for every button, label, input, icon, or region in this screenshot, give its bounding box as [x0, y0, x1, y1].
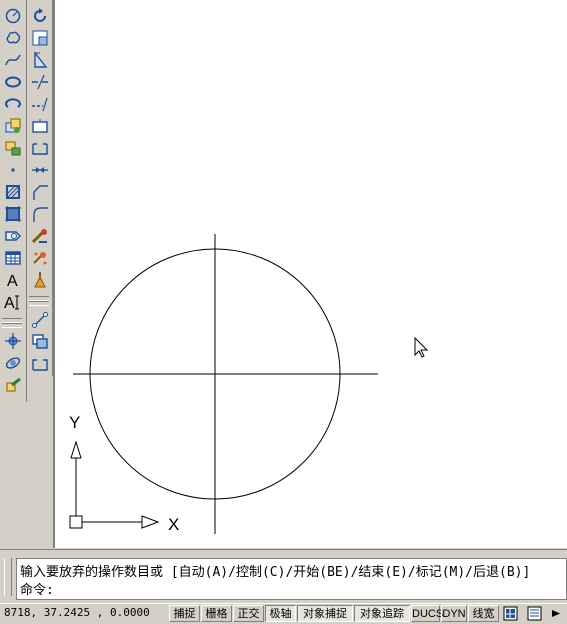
drawing-canvas[interactable]: Y X [53, 0, 567, 548]
insert-block-icon[interactable] [2, 115, 24, 137]
array-icon[interactable] [29, 353, 51, 375]
region-icon[interactable] [2, 225, 24, 247]
mouse-cursor-icon [414, 336, 429, 358]
point-icon[interactable] [2, 159, 24, 181]
ellipse-icon[interactable] [2, 71, 24, 93]
circle-icon[interactable] [2, 5, 24, 27]
status-bar: 8718, 37.2425 , 0.0000 捕捉 栅格 正交 极轴 对象捕捉 … [0, 603, 567, 624]
ducs-toggle[interactable]: DUCS [411, 605, 443, 622]
render-icon[interactable] [2, 374, 24, 396]
multiline-text-icon[interactable]: A [2, 291, 24, 313]
toolbar-separator [2, 323, 22, 328]
stretch-icon[interactable] [29, 49, 51, 71]
drawing-area-svg: Y X [69, 234, 429, 534]
fillet-icon[interactable] [29, 203, 51, 225]
svg-text:A: A [7, 273, 18, 289]
ellipse-arc-icon[interactable] [2, 93, 24, 115]
table-icon[interactable] [2, 247, 24, 269]
command-window-grip[interactable] [4, 558, 12, 596]
paint-icon[interactable] [29, 269, 51, 291]
coordinate-readout[interactable]: 8718, 37.2425 , 0.0000 [4, 606, 150, 619]
lamp-icon[interactable] [29, 247, 51, 269]
gradient-icon[interactable] [2, 203, 24, 225]
command-prompt[interactable]: 命令: [20, 579, 54, 598]
snap-toggle[interactable]: 捕捉 [169, 605, 200, 622]
command-window: 输入要放弃的操作数目或 [自动(A)/控制(C)/开始(BE)/结束(E)/标记… [0, 549, 567, 602]
lineweight-toggle[interactable]: 线宽 [468, 605, 499, 622]
hatch-icon[interactable] [2, 181, 24, 203]
polyline-edit-icon[interactable] [29, 309, 51, 331]
join-icon[interactable] [29, 159, 51, 181]
ucs-x-label: X [168, 515, 179, 534]
otrack-toggle[interactable]: 对象追踪 [354, 605, 410, 622]
command-history[interactable]: 输入要放弃的操作数目或 [自动(A)/控制(C)/开始(BE)/结束(E)/标记… [16, 558, 567, 600]
modify-toolbar [27, 0, 53, 376]
ortho-toggle[interactable]: 正交 [233, 605, 264, 622]
ucs-y-label: Y [69, 413, 80, 432]
toolbar-separator [29, 301, 49, 306]
extend-icon[interactable] [29, 93, 51, 115]
explode-icon[interactable] [29, 225, 51, 247]
copy-icon[interactable] [29, 331, 51, 353]
status-menu-arrow-icon[interactable] [549, 606, 563, 621]
layout-icon[interactable] [527, 606, 542, 621]
free-orbit-icon[interactable] [2, 352, 24, 374]
make-block-icon[interactable] [2, 137, 24, 159]
draw-toolbar: A A [0, 0, 27, 402]
scale-icon[interactable] [29, 27, 51, 49]
polar-toggle[interactable]: 极轴 [265, 605, 296, 622]
trim-icon[interactable] [29, 71, 51, 93]
orbit-icon[interactable] [2, 330, 24, 352]
ucs-icon: Y X [69, 413, 179, 534]
spline-icon[interactable] [2, 49, 24, 71]
grid-toggle[interactable]: 栅格 [201, 605, 232, 622]
rotate-icon[interactable] [29, 5, 51, 27]
command-history-line: 输入要放弃的操作数目或 [自动(A)/控制(C)/开始(BE)/结束(E)/标记… [20, 565, 531, 580]
svg-text:A: A [4, 295, 15, 311]
revision-cloud-icon[interactable] [2, 27, 24, 49]
text-icon[interactable]: A [2, 269, 24, 291]
osnap-toggle[interactable]: 对象捕捉 [297, 605, 353, 622]
break-at-point-icon[interactable] [29, 115, 51, 137]
break-icon[interactable] [29, 137, 51, 159]
dyn-toggle[interactable]: DYN [441, 605, 467, 622]
model-space-icon[interactable] [503, 606, 518, 621]
chamfer-icon[interactable] [29, 181, 51, 203]
